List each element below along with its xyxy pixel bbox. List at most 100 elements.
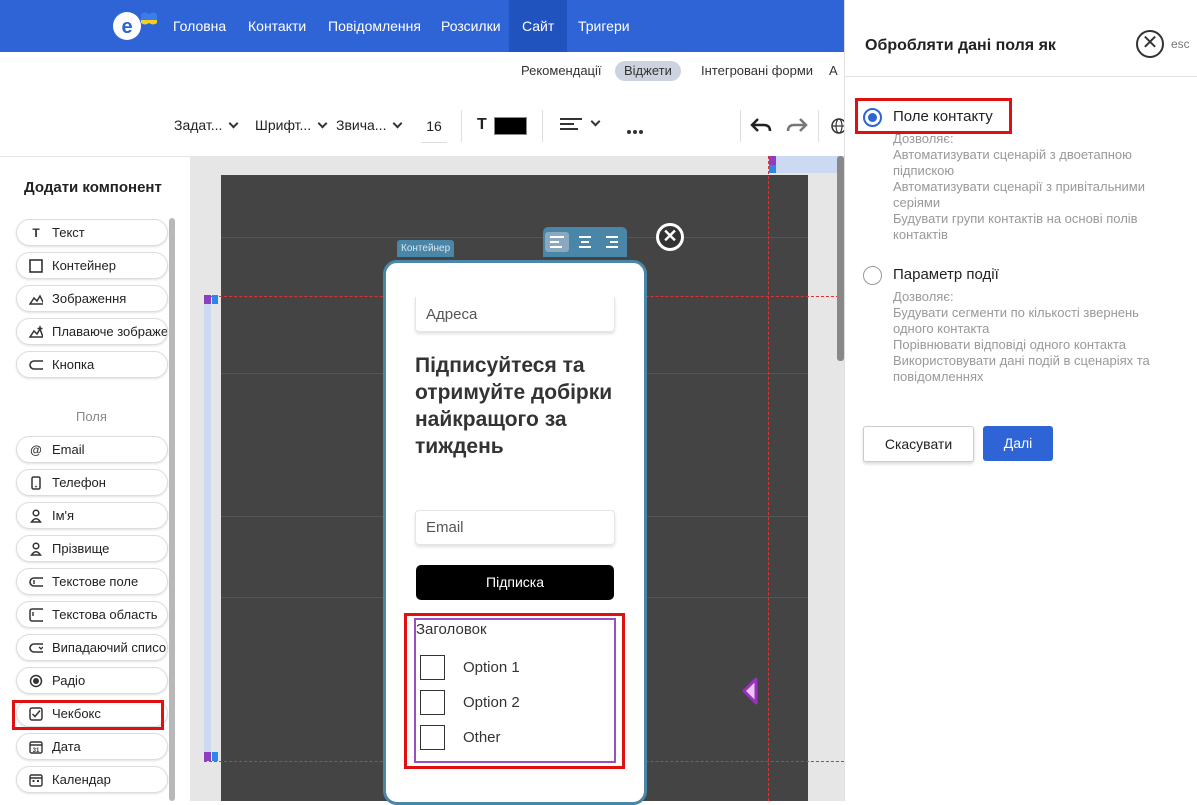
component-text[interactable]: T Текст bbox=[16, 219, 168, 246]
field-dropdown[interactable]: Випадаючий список bbox=[16, 634, 168, 661]
description-line: Будувати групи контактів на основі полів… bbox=[893, 211, 1138, 242]
chevron-down-icon bbox=[317, 118, 328, 129]
component-label: Прізвище bbox=[52, 541, 110, 556]
container-icon bbox=[29, 259, 43, 273]
resize-handle[interactable] bbox=[204, 752, 211, 761]
component-label: Дата bbox=[52, 739, 81, 754]
alignment-toolbar bbox=[543, 227, 627, 257]
redo-icon[interactable] bbox=[786, 116, 808, 134]
field-email[interactable]: @ Email bbox=[16, 436, 168, 463]
component-label: Плаваюче зображення bbox=[52, 324, 168, 339]
more-options-icon[interactable] bbox=[626, 122, 644, 134]
canvas-scrollbar[interactable] bbox=[837, 156, 844, 361]
align-center-icon[interactable] bbox=[573, 232, 597, 252]
align-right-icon[interactable] bbox=[599, 232, 623, 252]
highlight-contact-field-option bbox=[855, 98, 1012, 134]
person-icon bbox=[29, 542, 43, 556]
component-panel-title: Додати компонент bbox=[24, 179, 162, 196]
component-floating-image[interactable]: Плаваюче зображення bbox=[16, 318, 168, 345]
description-line: Автоматизувати сценарій з двоетапною під… bbox=[893, 147, 1132, 178]
panel-title: Обробляти дані поля як bbox=[865, 37, 1056, 54]
resize-handle[interactable] bbox=[212, 752, 218, 761]
address-input[interactable]: Адреса bbox=[415, 297, 615, 332]
at-icon: @ bbox=[30, 442, 42, 457]
field-date[interactable]: 31 Дата bbox=[16, 733, 168, 760]
cancel-button[interactable]: Скасувати bbox=[863, 426, 974, 462]
subnav-more[interactable]: А bbox=[829, 61, 838, 81]
resize-handle[interactable] bbox=[212, 295, 218, 304]
grid-line bbox=[221, 237, 808, 238]
nav-messages[interactable]: Повідомлення bbox=[315, 0, 434, 52]
align-left-icon[interactable] bbox=[560, 117, 582, 131]
subscribe-button[interactable]: Підписка bbox=[416, 565, 614, 600]
widget-heading[interactable]: Підписуйтеся та отримуйте добірки найкра… bbox=[415, 352, 625, 460]
component-label: Радіо bbox=[52, 673, 86, 688]
align-left-icon[interactable] bbox=[545, 232, 569, 252]
weight-value: Звича... bbox=[336, 117, 387, 133]
field-radio[interactable]: Радіо bbox=[16, 667, 168, 694]
undo-icon[interactable] bbox=[750, 116, 772, 134]
component-label: Кнопка bbox=[52, 357, 95, 372]
button-icon bbox=[29, 358, 43, 372]
field-phone[interactable]: Телефон bbox=[16, 469, 168, 496]
font-value: Шрифт... bbox=[255, 117, 312, 133]
weight-select[interactable]: Звича... bbox=[336, 117, 403, 133]
close-icon[interactable]: ✕ bbox=[1136, 30, 1164, 58]
nav-home[interactable]: Головна bbox=[160, 0, 239, 52]
guide-line bbox=[768, 156, 769, 801]
font-select[interactable]: Шрифт... bbox=[255, 117, 328, 133]
canvas-selection-strip bbox=[204, 296, 211, 761]
field-text-input[interactable]: Текстове поле bbox=[16, 568, 168, 595]
divider bbox=[461, 110, 462, 142]
resize-handle[interactable] bbox=[769, 165, 776, 173]
image-icon bbox=[29, 292, 43, 306]
description-line: Автоматизувати сценарії з привітальними … bbox=[893, 179, 1145, 210]
chevron-down-icon[interactable] bbox=[590, 115, 601, 133]
component-label: Контейнер bbox=[52, 258, 116, 273]
container-tag[interactable]: Контейнер bbox=[397, 240, 454, 257]
next-button[interactable]: Далі bbox=[983, 426, 1053, 461]
text-color-swatch[interactable] bbox=[494, 117, 527, 135]
component-container[interactable]: Контейнер bbox=[16, 252, 168, 279]
textarea-icon bbox=[29, 608, 43, 622]
subnav-integrated-forms[interactable]: Інтегровані форми bbox=[692, 61, 822, 81]
description-line: Будувати сегменти по кількості звернень … bbox=[893, 305, 1139, 336]
esputnik-logo[interactable]: e bbox=[110, 8, 160, 44]
divider bbox=[740, 110, 741, 142]
preset-select[interactable]: Задат... bbox=[174, 117, 239, 133]
email-input[interactable]: Email bbox=[415, 510, 615, 545]
component-button[interactable]: Кнопка bbox=[16, 351, 168, 378]
close-widget-icon[interactable]: ✕ bbox=[656, 223, 684, 251]
component-label: Email bbox=[52, 442, 85, 457]
collapse-arrow-icon[interactable] bbox=[740, 676, 760, 706]
field-calendar[interactable]: Календар bbox=[16, 766, 168, 793]
globe-icon[interactable] bbox=[830, 117, 844, 135]
field-last-name[interactable]: Прізвище bbox=[16, 535, 168, 562]
nav-triggers[interactable]: Тригери bbox=[565, 0, 643, 52]
field-textarea[interactable]: Текстова область bbox=[16, 601, 168, 628]
radio-label-event-parameter[interactable]: Параметр події bbox=[893, 266, 999, 283]
nav-campaigns[interactable]: Розсилки bbox=[428, 0, 514, 52]
radio-event-parameter[interactable] bbox=[863, 266, 882, 285]
fields-section-label: Поля bbox=[76, 409, 107, 424]
divider bbox=[542, 110, 543, 142]
description-line: Дозволяє: bbox=[893, 289, 954, 304]
font-size-input[interactable]: 16 bbox=[421, 118, 447, 143]
nav-site[interactable]: Сайт bbox=[509, 0, 568, 52]
resize-handle[interactable] bbox=[769, 156, 776, 165]
phone-icon bbox=[29, 476, 43, 490]
text-icon: T bbox=[32, 225, 40, 240]
option-description: Дозволяє: Автоматизувати сценарій з двое… bbox=[893, 131, 1183, 243]
svg-text:31: 31 bbox=[33, 748, 40, 754]
component-image[interactable]: Зображення bbox=[16, 285, 168, 312]
subnav-recommendations[interactable]: Рекомендації bbox=[512, 61, 611, 81]
svg-text:e: e bbox=[121, 16, 132, 38]
left-panel-scrollbar[interactable] bbox=[169, 218, 175, 801]
date-icon: 31 bbox=[29, 740, 43, 754]
component-label: Текстова область bbox=[52, 607, 158, 622]
field-first-name[interactable]: Ім'я bbox=[16, 502, 168, 529]
resize-handle[interactable] bbox=[204, 295, 211, 304]
nav-contacts[interactable]: Контакти bbox=[235, 0, 319, 52]
subnav-widgets[interactable]: Віджети bbox=[615, 61, 681, 81]
component-label: Ім'я bbox=[52, 508, 75, 523]
